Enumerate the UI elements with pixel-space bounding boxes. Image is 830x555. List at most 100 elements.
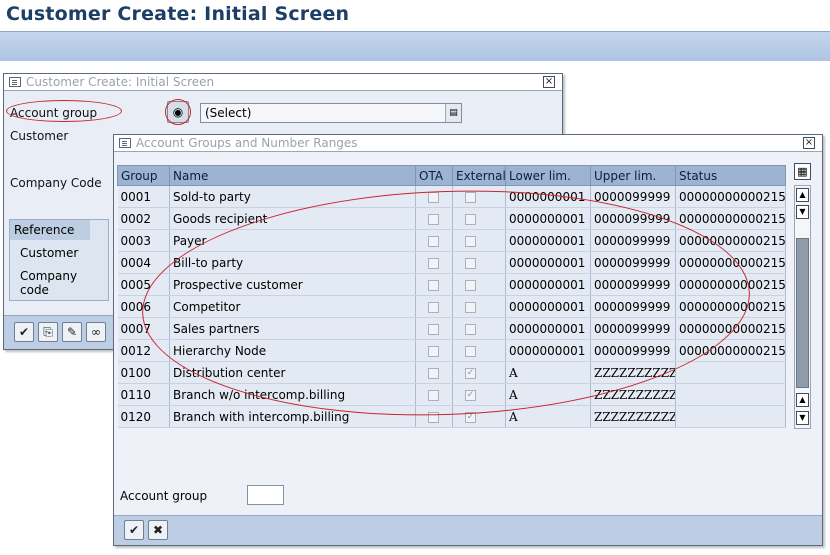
scroll-top-icon[interactable]: ▲ bbox=[796, 188, 809, 202]
external-checkbox[interactable] bbox=[465, 235, 476, 247]
status-cell bbox=[675, 361, 786, 384]
edit-button[interactable]: ✎ bbox=[62, 322, 82, 342]
upper-limit-cell: ZZZZZZZZZZ bbox=[590, 361, 676, 384]
external-cell bbox=[452, 317, 506, 340]
column-header[interactable]: Upper lim. bbox=[590, 165, 676, 186]
account-group-selected-value: (Select) bbox=[205, 106, 252, 120]
upper-limit-cell: 0000099999 bbox=[590, 251, 676, 274]
table-row[interactable]: 0003 Payer 0000000001 0000099999 00000000000… bbox=[117, 229, 786, 252]
customer-label: Customer bbox=[10, 129, 69, 143]
table-row[interactable]: 0002 Goods recipient 0000000001 0000099999 0… bbox=[117, 207, 786, 230]
status-cell: 00000000000215 bbox=[675, 339, 786, 362]
continue-button[interactable]: ✔ bbox=[124, 520, 144, 540]
ota-cell bbox=[415, 251, 453, 274]
ota-checkbox[interactable] bbox=[428, 279, 439, 291]
value-help-button[interactable]: ◉ bbox=[167, 101, 189, 123]
table-row[interactable]: 0012 Hierarchy Node 0000000001 0000099999 00… bbox=[117, 339, 786, 362]
name-cell: Payer bbox=[169, 229, 416, 252]
external-checkbox[interactable]: ✓ bbox=[465, 389, 476, 401]
status-cell: 00000000000215 bbox=[675, 251, 786, 274]
column-header[interactable]: Lower lim. bbox=[505, 165, 591, 186]
account-group-input[interactable] bbox=[247, 485, 284, 505]
upper-limit-cell: ZZZZZZZZZZ bbox=[590, 383, 676, 406]
column-header[interactable]: Name bbox=[169, 165, 416, 186]
dropdown-icon[interactable]: ▤ bbox=[445, 104, 461, 122]
external-checkbox[interactable] bbox=[465, 323, 476, 335]
ota-cell bbox=[415, 361, 453, 384]
status-cell: 00000000000215 bbox=[675, 317, 786, 340]
ota-checkbox[interactable] bbox=[428, 257, 439, 269]
status-cell: 00000000000215 bbox=[675, 229, 786, 252]
name-cell: Bill-to party bbox=[169, 251, 416, 274]
ota-cell bbox=[415, 295, 453, 318]
scroll-bottom-icon[interactable]: ▼ bbox=[796, 411, 809, 425]
upper-limit-cell: 0000099999 bbox=[590, 229, 676, 252]
external-checkbox[interactable]: ✓ bbox=[465, 367, 476, 379]
status-cell: 00000000000215 bbox=[675, 207, 786, 230]
lower-limit-cell: 0000000001 bbox=[505, 229, 591, 252]
table-row[interactable]: 0004 Bill-to party 0000000001 0000099999 000… bbox=[117, 251, 786, 274]
ota-checkbox[interactable] bbox=[428, 389, 439, 401]
external-checkbox[interactable] bbox=[465, 257, 476, 269]
scroll-down-icon[interactable]: ▲ bbox=[796, 393, 809, 407]
close-button[interactable]: × bbox=[543, 76, 555, 88]
ota-checkbox[interactable] bbox=[428, 301, 439, 313]
column-header[interactable]: Status bbox=[675, 165, 786, 186]
ota-cell bbox=[415, 405, 453, 428]
copy-button[interactable]: ⎘ bbox=[38, 322, 58, 342]
column-header[interactable]: External bbox=[452, 165, 506, 186]
copy-icon: ⎘ bbox=[43, 325, 53, 339]
ota-checkbox[interactable] bbox=[428, 213, 439, 225]
table-row[interactable]: 0007 Sales partners 0000000001 0000099999 00… bbox=[117, 317, 786, 340]
external-cell bbox=[452, 295, 506, 318]
status-cell bbox=[675, 383, 786, 406]
scrollbar-thumb[interactable] bbox=[796, 238, 809, 388]
upper-limit-cell: 0000099999 bbox=[590, 295, 676, 318]
external-checkbox[interactable] bbox=[465, 301, 476, 313]
table-row[interactable]: 0001 Sold-to party 0000000001 0000099999 000… bbox=[117, 185, 786, 208]
status-cell bbox=[675, 405, 786, 428]
lower-limit-cell: 0000000001 bbox=[505, 185, 591, 208]
group-cell: 0003 bbox=[117, 229, 170, 252]
account-group-select[interactable]: (Select) ▤ bbox=[200, 103, 462, 123]
continue-button[interactable]: ✔ bbox=[14, 322, 34, 342]
display-button[interactable]: ∞ bbox=[86, 322, 106, 342]
external-cell: ✓ bbox=[452, 383, 506, 406]
external-checkbox[interactable] bbox=[465, 279, 476, 291]
column-header[interactable]: Group bbox=[117, 165, 170, 186]
reference-customer-label: Customer bbox=[20, 246, 79, 260]
dialog-title: Account Groups and Number Ranges bbox=[136, 136, 358, 150]
group-cell: 0012 bbox=[117, 339, 170, 362]
column-header[interactable]: OTA bbox=[415, 165, 453, 186]
vertical-scrollbar[interactable]: ▲ ▼ ▲ ▼ bbox=[794, 185, 811, 429]
table-row[interactable]: 0005 Prospective customer 0000000001 000009… bbox=[117, 273, 786, 296]
group-cell: 0100 bbox=[117, 361, 170, 384]
name-cell: Branch with intercomp.billing bbox=[169, 405, 416, 428]
lower-limit-cell: 0000000001 bbox=[505, 317, 591, 340]
glasses-icon: ∞ bbox=[91, 325, 101, 339]
table-row[interactable]: 0100 Distribution center ✓ A ZZZZZZZZZZ bbox=[117, 361, 786, 384]
reference-company-code-label: Company code bbox=[20, 269, 78, 297]
table-row[interactable]: 0120 Branch with intercomp.billing ✓ A ZZZZZ… bbox=[117, 405, 786, 428]
external-checkbox[interactable]: ✓ bbox=[465, 411, 476, 423]
ota-checkbox[interactable] bbox=[428, 367, 439, 379]
ota-checkbox[interactable] bbox=[428, 411, 439, 423]
table-settings-button[interactable]: ▦ bbox=[794, 163, 811, 180]
close-button[interactable]: × bbox=[803, 137, 815, 149]
cancel-button[interactable]: ✖ bbox=[148, 520, 168, 540]
external-checkbox[interactable] bbox=[465, 191, 476, 203]
ota-checkbox[interactable] bbox=[428, 235, 439, 247]
external-checkbox[interactable] bbox=[465, 345, 476, 357]
ota-checkbox[interactable] bbox=[428, 191, 439, 203]
name-cell: Goods recipient bbox=[169, 207, 416, 230]
scroll-up-icon[interactable]: ▼ bbox=[796, 205, 809, 219]
external-checkbox[interactable] bbox=[465, 213, 476, 225]
table-row[interactable]: 0110 Branch w/o intercomp.billing ✓ A ZZZZZZ… bbox=[117, 383, 786, 406]
check-icon: ✔ bbox=[128, 523, 140, 537]
ota-checkbox[interactable] bbox=[428, 345, 439, 357]
ota-checkbox[interactable] bbox=[428, 323, 439, 335]
dialog-toolbar: ✔ ✖ bbox=[114, 515, 822, 545]
upper-limit-cell: 0000099999 bbox=[590, 317, 676, 340]
external-cell: ✓ bbox=[452, 361, 506, 384]
table-row[interactable]: 0006 Competitor 0000000001 0000099999 000000… bbox=[117, 295, 786, 318]
